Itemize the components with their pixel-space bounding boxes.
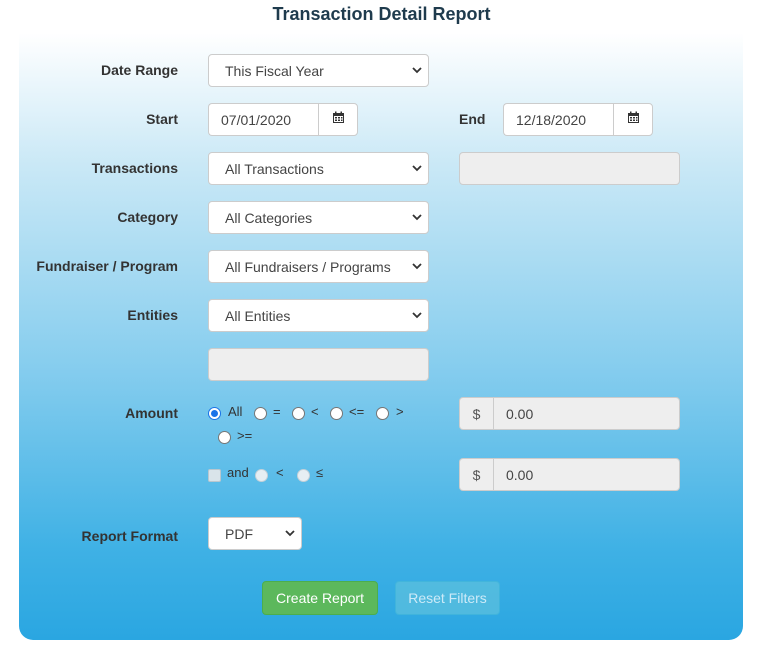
calendar-icon bbox=[332, 111, 345, 129]
start-date-input[interactable]: 07/01/2020 bbox=[208, 103, 318, 136]
fundraiser-value: All Fundraisers / Programs bbox=[225, 258, 391, 275]
amount-radio-lte-label: <= bbox=[349, 404, 365, 419]
category-select[interactable]: All Categories bbox=[208, 201, 429, 234]
chevron-down-icon bbox=[406, 300, 428, 331]
date-range-select[interactable]: This Fiscal Year bbox=[208, 54, 429, 87]
amount-and-label: and bbox=[227, 465, 249, 480]
amount-label: Amount bbox=[125, 405, 178, 421]
amount-radio-gte-label: >= bbox=[237, 428, 253, 443]
reset-filters-button[interactable]: Reset Filters bbox=[395, 581, 500, 615]
amount-and-checkbox[interactable] bbox=[208, 469, 221, 482]
create-report-button[interactable]: Create Report bbox=[262, 581, 378, 615]
category-value: All Categories bbox=[225, 209, 313, 226]
transactions-select[interactable]: All Transactions bbox=[208, 152, 429, 185]
entities-detail-input[interactable] bbox=[208, 348, 429, 381]
amount-radio-lt[interactable] bbox=[292, 407, 305, 420]
chevron-down-icon bbox=[406, 202, 428, 233]
start-label: Start bbox=[146, 111, 178, 127]
end-calendar-button[interactable] bbox=[613, 103, 653, 136]
amount-radio-eq[interactable] bbox=[254, 407, 267, 420]
entities-value: All Entities bbox=[225, 307, 291, 324]
amount-radio-all-label: All bbox=[228, 404, 243, 419]
end-date-picker: 12/18/2020 bbox=[503, 103, 653, 136]
fundraiser-select[interactable]: All Fundraisers / Programs bbox=[208, 250, 429, 283]
calendar-icon bbox=[627, 111, 640, 129]
date-range-value: This Fiscal Year bbox=[225, 62, 324, 79]
date-range-label: Date Range bbox=[100, 62, 178, 78]
amount-value-group: $ 0.00 bbox=[459, 397, 680, 430]
report-format-select[interactable]: PDF bbox=[208, 517, 302, 550]
currency-addon: $ bbox=[459, 458, 493, 491]
amount-and-radio-lt[interactable] bbox=[255, 469, 268, 482]
amount-radio-gt[interactable] bbox=[376, 407, 389, 420]
category-label: Category bbox=[117, 209, 178, 225]
currency-addon: $ bbox=[459, 397, 493, 430]
amount-radio-gt-label: > bbox=[396, 404, 404, 419]
amount-radio-gte[interactable] bbox=[218, 431, 231, 444]
amount-and-radio-lte-label: ≤ bbox=[316, 465, 324, 480]
fundraiser-label: Fundraiser / Program bbox=[36, 258, 178, 274]
start-calendar-button[interactable] bbox=[318, 103, 358, 136]
amount-radio-all[interactable] bbox=[208, 407, 221, 420]
entities-select[interactable]: All Entities bbox=[208, 299, 429, 332]
amount-and-radio-lt-label: < bbox=[276, 465, 284, 480]
chevron-down-icon bbox=[279, 518, 301, 549]
amount-radio-eq-label: = bbox=[273, 404, 281, 419]
report-format-label: Report Format bbox=[81, 528, 178, 544]
end-date-input[interactable]: 12/18/2020 bbox=[503, 103, 613, 136]
amount-radio-lt-label: < bbox=[311, 404, 319, 419]
end-label: End bbox=[459, 111, 486, 127]
start-date-picker: 07/01/2020 bbox=[208, 103, 358, 136]
transactions-label: Transactions bbox=[91, 160, 178, 176]
amount-second-input[interactable]: 0.00 bbox=[493, 458, 680, 491]
chevron-down-icon bbox=[406, 55, 428, 86]
entities-label: Entities bbox=[127, 307, 178, 323]
chevron-down-icon bbox=[406, 251, 428, 282]
amount-and-radio-lte[interactable] bbox=[297, 469, 310, 482]
transactions-value: All Transactions bbox=[225, 160, 324, 177]
page-title: Transaction Detail Report bbox=[272, 4, 491, 24]
report-format-value: PDF bbox=[225, 525, 253, 542]
amount-second-value-group: $ 0.00 bbox=[459, 458, 680, 491]
chevron-down-icon bbox=[406, 153, 428, 184]
transactions-detail-input[interactable] bbox=[459, 152, 680, 185]
amount-input[interactable]: 0.00 bbox=[493, 397, 680, 430]
amount-radio-lte[interactable] bbox=[330, 407, 343, 420]
